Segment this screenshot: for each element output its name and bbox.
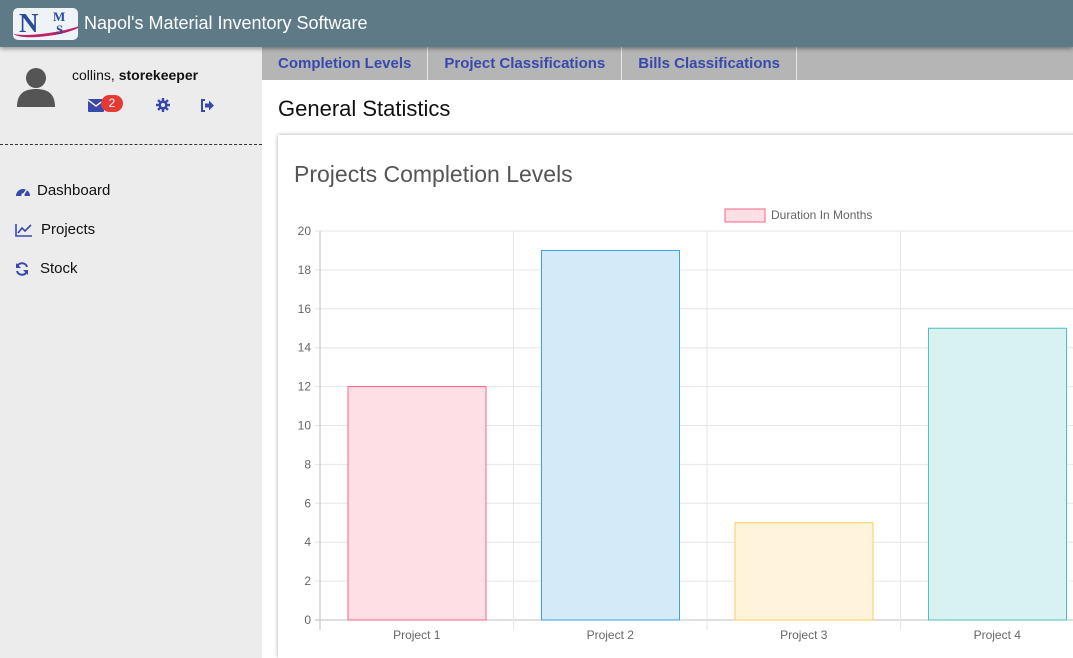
sidebar-item-dashboard[interactable]: Dashboard <box>0 171 262 210</box>
user-panel: collins, storekeeper 2 <box>0 47 262 145</box>
x-tick-label: Project 2 <box>587 628 635 642</box>
sidebar-nav: Dashboard Projects Stock <box>0 171 262 288</box>
line-chart-icon <box>15 223 32 237</box>
app-logo[interactable]: N M S <box>13 7 78 40</box>
y-tick-label: 4 <box>304 535 311 549</box>
sign-out-icon[interactable] <box>200 98 214 112</box>
tab-completion-levels[interactable]: Completion Levels <box>262 47 429 80</box>
app-header: N M S Napol's Material Inventory Softwar… <box>0 0 1073 47</box>
dashboard-icon <box>16 188 30 197</box>
y-tick-label: 20 <box>298 224 312 238</box>
tab-bills-classifications[interactable]: Bills Classifications <box>622 47 797 80</box>
tab-bar: Completion Levels Project Classification… <box>262 47 1073 80</box>
logo-letter-s: S <box>56 21 64 37</box>
x-tick-label: Project 3 <box>780 628 828 642</box>
sidebar-item-label: Projects <box>41 221 96 238</box>
user-role: storekeeper <box>118 67 199 83</box>
user-avatar-icon <box>17 68 55 107</box>
refresh-icon <box>16 261 28 276</box>
bar <box>734 522 874 621</box>
y-tick-label: 18 <box>298 263 312 277</box>
y-tick-label: 10 <box>298 419 312 433</box>
app-title: Napol's Material Inventory Software <box>84 13 368 33</box>
user-name: collins, storekeeper <box>72 67 198 83</box>
y-tick-label: 12 <box>298 380 312 394</box>
legend-swatch <box>724 208 766 223</box>
user-actions: 2 <box>88 95 214 114</box>
chart-card: Projects Completion Levels 0 2 4 6 8 10 12 14 16… <box>278 135 1073 658</box>
bar <box>928 327 1067 621</box>
sidebar-item-stock[interactable]: Stock <box>0 249 262 288</box>
y-tick-label: 2 <box>304 574 311 588</box>
page-title: General Statistics <box>278 96 451 121</box>
user-name-text: collins, <box>72 67 115 83</box>
y-tick-label: 0 <box>304 613 311 627</box>
messages-button[interactable]: 2 <box>88 95 126 114</box>
y-tick-label: 6 <box>304 496 311 510</box>
x-tick-label: Project 4 <box>974 628 1022 642</box>
y-tick-label: 8 <box>304 457 311 471</box>
sidebar: collins, storekeeper 2 Dashboard Project… <box>0 47 262 658</box>
tab-project-classifications[interactable]: Project Classifications <box>428 47 623 80</box>
y-tick-label: 14 <box>298 341 312 355</box>
gear-icon[interactable] <box>156 98 170 112</box>
y-tick-label: 16 <box>298 302 312 316</box>
sidebar-item-projects[interactable]: Projects <box>0 210 262 249</box>
legend-label: Duration In Months <box>771 208 872 222</box>
logo-letter-n: N <box>19 7 39 38</box>
sidebar-item-label: Dashboard <box>37 182 111 199</box>
x-tick-label: Project 1 <box>393 628 441 642</box>
bar <box>347 386 487 621</box>
message-count-badge: 2 <box>101 95 123 112</box>
bar <box>541 249 680 621</box>
bar-chart: 0 2 4 6 8 10 12 14 16 18 20 Project 1 Project 2 Proje… <box>298 208 1073 642</box>
sidebar-item-label: Stock <box>40 260 78 277</box>
